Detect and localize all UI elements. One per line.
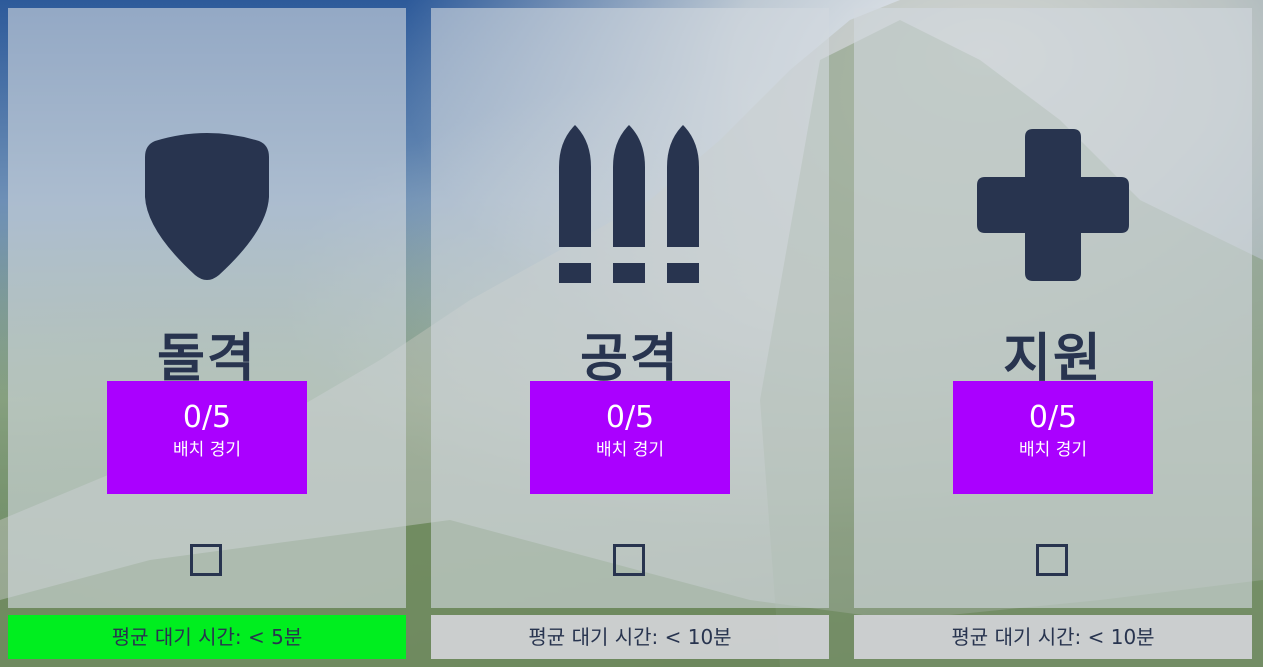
wait-time-bar: 평균 대기 시간: < 5분	[8, 615, 406, 659]
placement-count: 0/5	[182, 400, 232, 435]
role-title: 지원	[1003, 329, 1103, 389]
placement-badge: 0/5 배치 경기	[953, 381, 1153, 494]
placement-label: 배치 경기	[596, 440, 664, 460]
role-title: 공격	[580, 329, 680, 389]
wait-time-bar: 평균 대기 시간: < 10분	[431, 615, 829, 659]
placement-label: 배치 경기	[1019, 440, 1087, 460]
role-title: 돌격	[157, 329, 257, 389]
role-card-tank[interactable]: 돌격 0/5 배치 경기	[8, 8, 406, 608]
placement-label: 배치 경기	[173, 440, 241, 460]
bullets-icon	[431, 125, 829, 285]
role-card-support[interactable]: 지원 0/5 배치 경기	[854, 8, 1252, 608]
role-select-checkbox[interactable]	[190, 544, 222, 576]
placement-count: 0/5	[1028, 400, 1078, 435]
role-select-checkbox[interactable]	[613, 544, 645, 576]
placement-badge: 0/5 배치 경기	[530, 381, 730, 494]
role-select-checkbox[interactable]	[1036, 544, 1068, 576]
shield-icon	[8, 125, 406, 285]
placement-badge: 0/5 배치 경기	[107, 381, 307, 494]
plus-cross-icon	[854, 125, 1252, 285]
role-card-damage[interactable]: 공격 0/5 배치 경기	[431, 8, 829, 608]
placement-count: 0/5	[605, 400, 655, 435]
wait-time-bar: 평균 대기 시간: < 10분	[854, 615, 1252, 659]
